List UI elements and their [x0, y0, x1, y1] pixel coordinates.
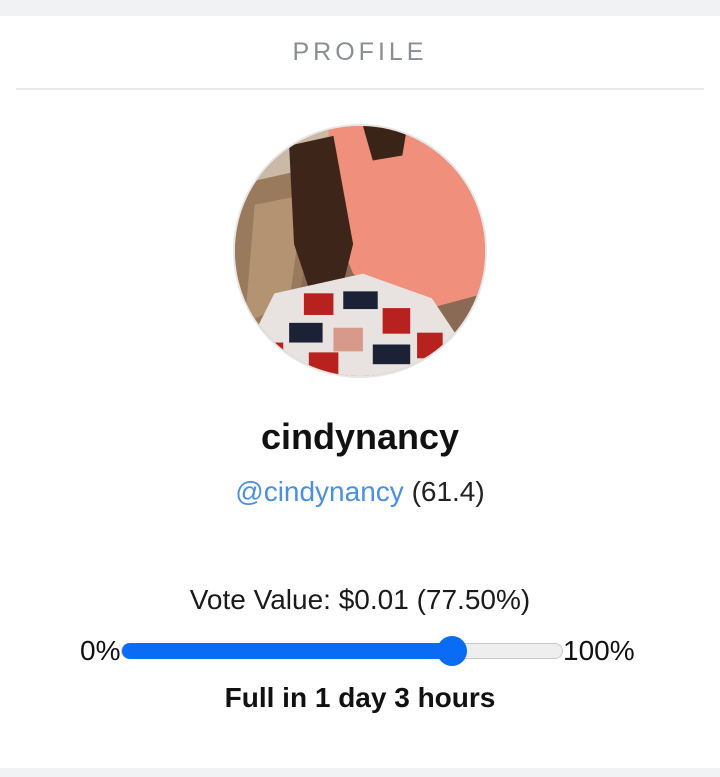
avatar[interactable]: [233, 124, 487, 378]
avatar-image: [235, 126, 485, 376]
reputation-score: (61.4): [411, 476, 485, 507]
slider-max-label: 100%: [563, 635, 635, 666]
profile-header: PROFILE: [16, 16, 704, 90]
vote-weight-slider: 0% 100%: [0, 633, 720, 669]
slider-track[interactable]: [121, 636, 563, 666]
slider-thumb[interactable]: [437, 636, 467, 666]
slider-fill: [122, 643, 452, 659]
handle-line: @cindynancy (61.4): [0, 476, 720, 508]
profile-card: PROFILE cindynancy @cindynancy (61.4) Vo: [0, 16, 720, 768]
vote-value-label: Vote Value: $0.01 (77.50%): [189, 584, 531, 615]
slider-min-label: 0%: [80, 635, 121, 666]
display-name: cindynancy: [260, 416, 460, 457]
recharge-time: Full in 1 day 3 hours: [224, 682, 496, 713]
handle-link[interactable]: @cindynancy: [235, 476, 404, 507]
page-title: PROFILE: [292, 38, 428, 66]
